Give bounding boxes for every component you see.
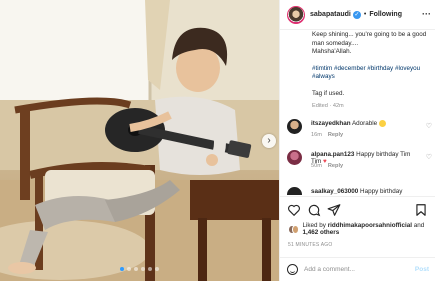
liker-username[interactable]: riddhimakapoorsahniofficial [328,222,412,229]
commenter-username[interactable]: itszayedkhan [311,120,351,127]
commenter-username[interactable]: saalkay_063000 [311,188,358,195]
reply-button[interactable]: Reply [328,132,343,138]
author-username[interactable]: sabapataudi [310,11,351,18]
like-heart-icon[interactable] [287,203,301,217]
comment-bubble-icon[interactable] [307,203,321,217]
post-header: sabapataudi ✓ • Following ··· [280,0,435,30]
post-timestamp[interactable]: 51 MINUTES AGO [288,242,332,248]
more-options-icon[interactable]: ··· [422,9,431,19]
post-side-panel: sabapataudi ✓ • Following ··· Keep shini… [279,0,435,281]
emoji-picker-icon[interactable] [287,264,298,275]
carousel-dot [141,267,145,271]
comment-time: 16m [311,132,322,138]
header-separator: • [363,11,367,18]
likes-prefix: Liked by [302,222,326,229]
post-caption: Keep shining... you're going to be a goo… [312,31,430,110]
comment-like-icon[interactable]: ♡ [426,122,432,130]
comment-time: 50m [311,163,322,169]
carousel-indicator [0,267,279,271]
likes-others-link[interactable]: 1,462 others [302,229,339,236]
share-paper-plane-icon[interactable] [327,203,341,217]
following-button[interactable]: Following [369,11,402,18]
caption-edited-time: Edited · 42m [312,102,344,109]
likes-text: Liked by riddhimakapoorsahniofficial and… [302,222,434,236]
caption-hashtags[interactable]: #timtim #december #birthday #loveyou #al… [312,65,430,82]
caption-text: Keep shining... you're going to be a goo… [312,31,427,56]
comment-text: itszayedkhan Adorable [311,120,419,127]
likes-summary: Liked by riddhimakapoorsahniofficial and… [288,222,434,236]
liker-avatar [291,224,300,234]
verified-badge-icon: ✓ [352,10,361,19]
carousel-dot [155,267,159,271]
photo-illustration [0,0,279,281]
post-photo[interactable]: › [0,0,279,281]
carousel-dot [120,267,124,271]
comment-body: Happy birthday [360,188,403,195]
carousel-dot [127,267,131,271]
reply-button[interactable]: Reply [328,163,343,169]
post-comment-button[interactable]: Post [415,266,429,273]
commenter-avatar[interactable] [287,150,302,165]
likes-and: and [413,222,425,229]
author-avatar[interactable] [287,5,305,24]
carousel-dot [148,267,152,271]
smiling-face-icon [378,120,386,127]
comment-meta: 16m Reply [311,132,343,138]
carousel-next-button[interactable]: › [262,134,276,148]
comment-meta: 50m Reply [311,163,343,169]
commenter-username[interactable]: alpana.pan123 [311,151,354,158]
comment-body: Adorable [351,120,378,128]
commenter-avatar[interactable] [287,187,302,195]
comment-like-icon[interactable]: ♡ [426,153,432,161]
add-comment-input[interactable] [304,266,404,273]
carousel-dot [134,267,138,271]
comments-section[interactable]: Keep shining... you're going to be a goo… [280,31,435,195]
add-comment-bar: Post [280,257,435,281]
save-bookmark-icon[interactable] [414,203,428,217]
commenter-avatar[interactable] [287,119,302,134]
comment-text: saalkay_063000 Happy birthday [311,188,419,195]
caption-tag-line: Tag if used. [312,89,345,97]
